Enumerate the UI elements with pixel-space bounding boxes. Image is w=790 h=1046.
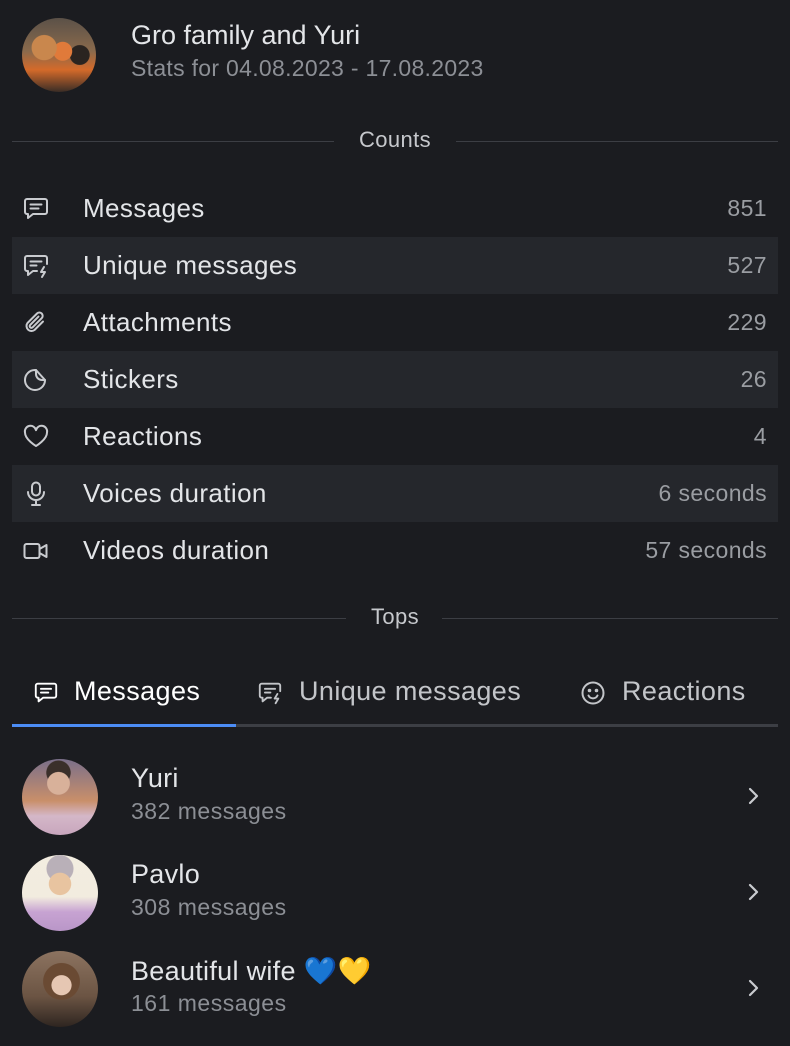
count-row-videos-duration: Videos duration 57 seconds (12, 522, 778, 579)
tops-section-label: Tops (370, 604, 420, 629)
chat-avatar[interactable] (22, 18, 96, 92)
avatar (22, 855, 98, 931)
count-label: Messages (83, 193, 205, 223)
message-icon (33, 680, 59, 706)
stats-date-range: Stats for 04.08.2023 - 17.08.2023 (131, 55, 484, 81)
member-name: Pavlo (131, 859, 201, 889)
sticker-icon (22, 367, 50, 393)
paperclip-icon (22, 310, 50, 336)
count-label: Attachments (83, 307, 232, 337)
count-value: 229 (727, 309, 767, 335)
count-label: Unique messages (83, 250, 298, 280)
count-value: 527 (727, 252, 767, 278)
count-value: 4 (753, 423, 767, 449)
member-message-count: 161 messages (131, 990, 287, 1016)
tab-label: Messages (74, 676, 201, 706)
count-value: 851 (727, 195, 767, 221)
avatar (22, 951, 98, 1027)
count-value: 57 seconds (645, 537, 767, 563)
top-list-item-pavlo[interactable]: Pavlo 308 messages (12, 855, 778, 947)
tab-label: Unique messages (299, 676, 522, 706)
chevron-right-icon (748, 979, 759, 997)
tab-reactions[interactable]: Reactions (550, 660, 778, 724)
tab-messages[interactable]: Messages (12, 660, 236, 724)
count-row-unique-messages: Unique messages 527 (12, 237, 778, 294)
tops-tabs: Messages Unique messages Reactions (12, 660, 778, 730)
heart-icon (22, 424, 50, 450)
count-label: Stickers (83, 364, 179, 394)
count-row-stickers: Stickers 26 (12, 351, 778, 408)
count-value: 6 seconds (658, 480, 767, 506)
chat-title: Gro family and Yuri (131, 20, 361, 50)
video-camera-icon (22, 538, 50, 564)
chevron-right-icon (748, 883, 759, 901)
count-label: Videos duration (83, 535, 270, 565)
avatar (22, 759, 98, 835)
tops-section-header: Tops (12, 604, 778, 634)
microphone-icon (22, 481, 50, 507)
chat-header: Gro family and Yuri Stats for 04.08.2023… (0, 0, 790, 118)
count-label: Reactions (83, 421, 203, 451)
unique-message-icon (257, 680, 283, 706)
top-list-item-yuri[interactable]: Yuri 382 messages (12, 759, 778, 851)
tab-unique-messages[interactable]: Unique messages (236, 660, 550, 724)
tab-label: Reactions (622, 676, 746, 706)
smile-icon (580, 680, 606, 706)
count-row-messages: Messages 851 (12, 180, 778, 237)
chevron-right-icon (748, 787, 759, 805)
count-row-attachments: Attachments 229 (12, 294, 778, 351)
count-row-voices-duration: Voices duration 6 seconds (12, 465, 778, 522)
active-tab-indicator (12, 724, 236, 727)
member-message-count: 308 messages (131, 894, 287, 920)
member-name: Beautiful wife 💙💛 (131, 956, 372, 986)
message-icon (22, 196, 50, 222)
unique-message-icon (22, 253, 50, 279)
counts-section-header: Counts (12, 127, 778, 157)
count-value: 26 (740, 366, 767, 392)
member-name: Yuri (131, 763, 179, 793)
member-message-count: 382 messages (131, 798, 287, 824)
count-row-reactions: Reactions 4 (12, 408, 778, 465)
count-label: Voices duration (83, 478, 267, 508)
top-list-item-beautiful-wife[interactable]: Beautiful wife 💙💛 161 messages (12, 951, 778, 1043)
counts-section-label: Counts (358, 127, 432, 152)
